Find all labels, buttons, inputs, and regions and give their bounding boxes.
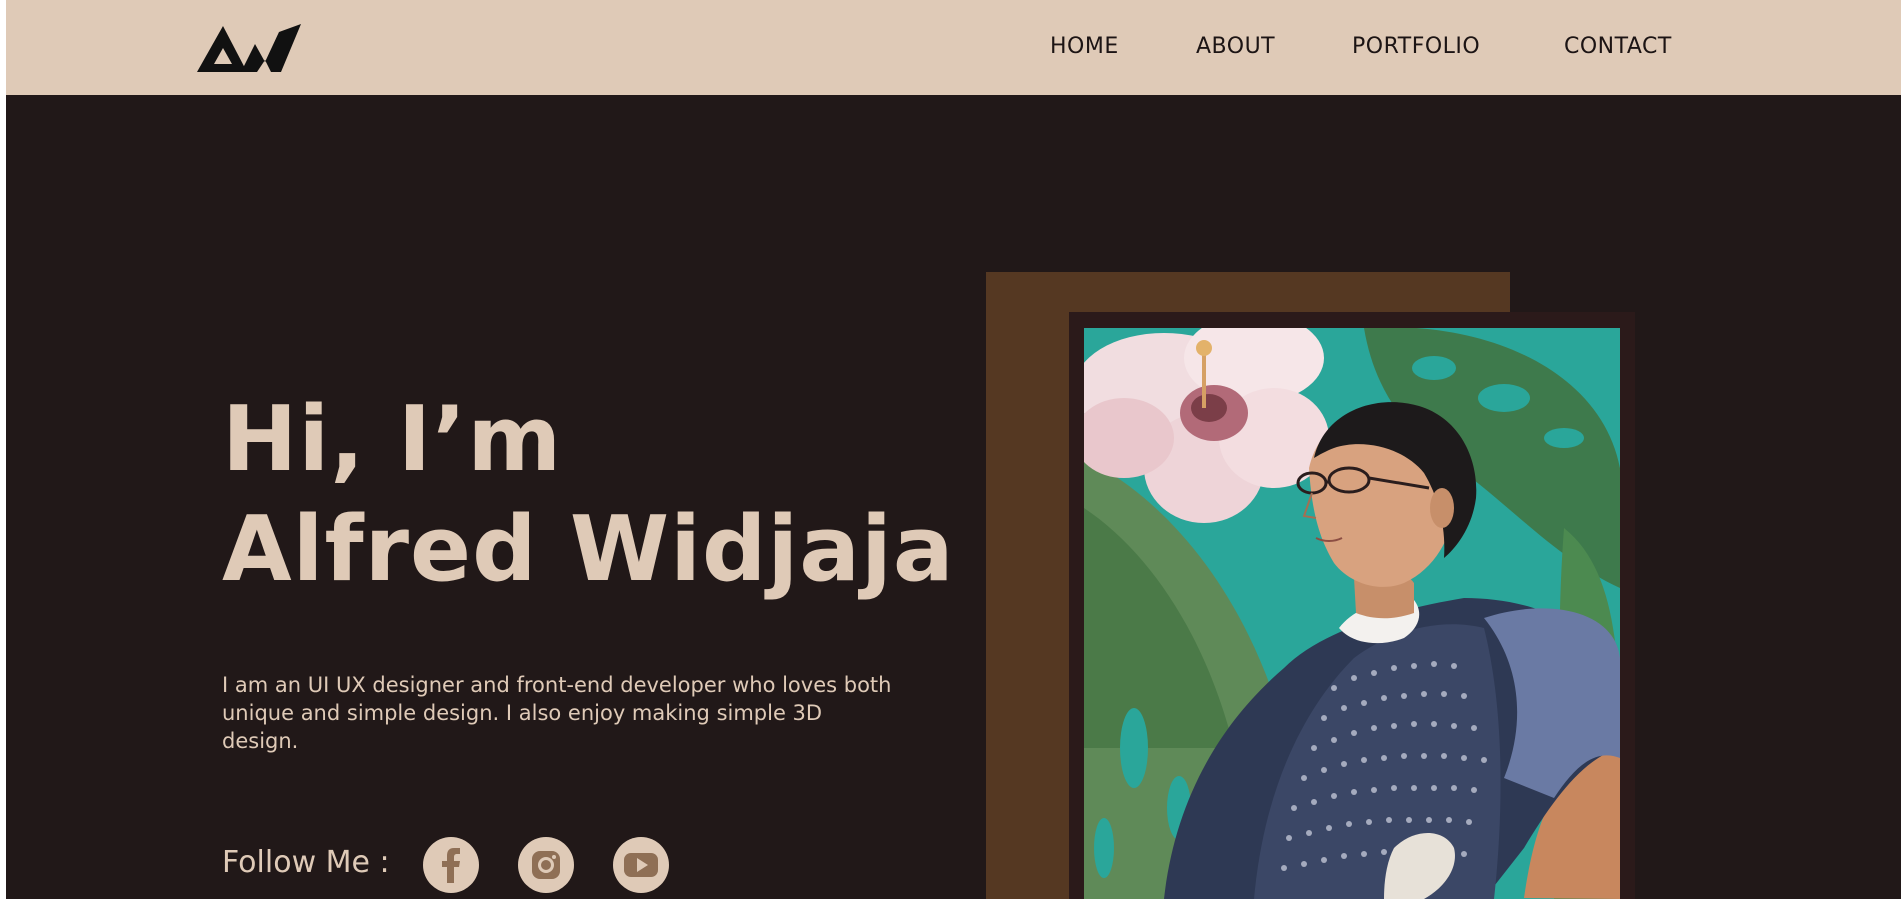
- facebook-link[interactable]: [423, 837, 479, 893]
- nav-home[interactable]: HOME: [1050, 32, 1119, 62]
- facebook-icon: [442, 848, 460, 883]
- aw-logo[interactable]: [197, 22, 301, 72]
- profile-photo-illustration: [1084, 328, 1620, 899]
- hero-description: I am an UI UX designer and front-end dev…: [222, 673, 892, 753]
- nav-contact[interactable]: CONTACT: [1564, 32, 1672, 62]
- aw-logo-icon: [197, 24, 301, 72]
- profile-photo: [1084, 328, 1620, 899]
- hero-name: Alfred Widjaja: [222, 497, 955, 602]
- portfolio-page: HOME ABOUT PORTFOLIO CONTACT Hi, I’m Alf…: [6, 0, 1901, 899]
- hero-greeting: Hi, I’m: [222, 387, 563, 492]
- hero-heading: Hi, I’m Alfred Widjaja: [222, 385, 955, 605]
- nav-portfolio[interactable]: PORTFOLIO: [1352, 32, 1480, 62]
- nav-about[interactable]: ABOUT: [1196, 32, 1275, 62]
- follow-me-label: Follow Me :: [222, 845, 390, 880]
- youtube-icon: [624, 853, 658, 877]
- instagram-link[interactable]: [518, 837, 574, 893]
- instagram-icon: [532, 851, 560, 879]
- youtube-link[interactable]: [613, 837, 669, 893]
- site-header: HOME ABOUT PORTFOLIO CONTACT: [6, 0, 1901, 95]
